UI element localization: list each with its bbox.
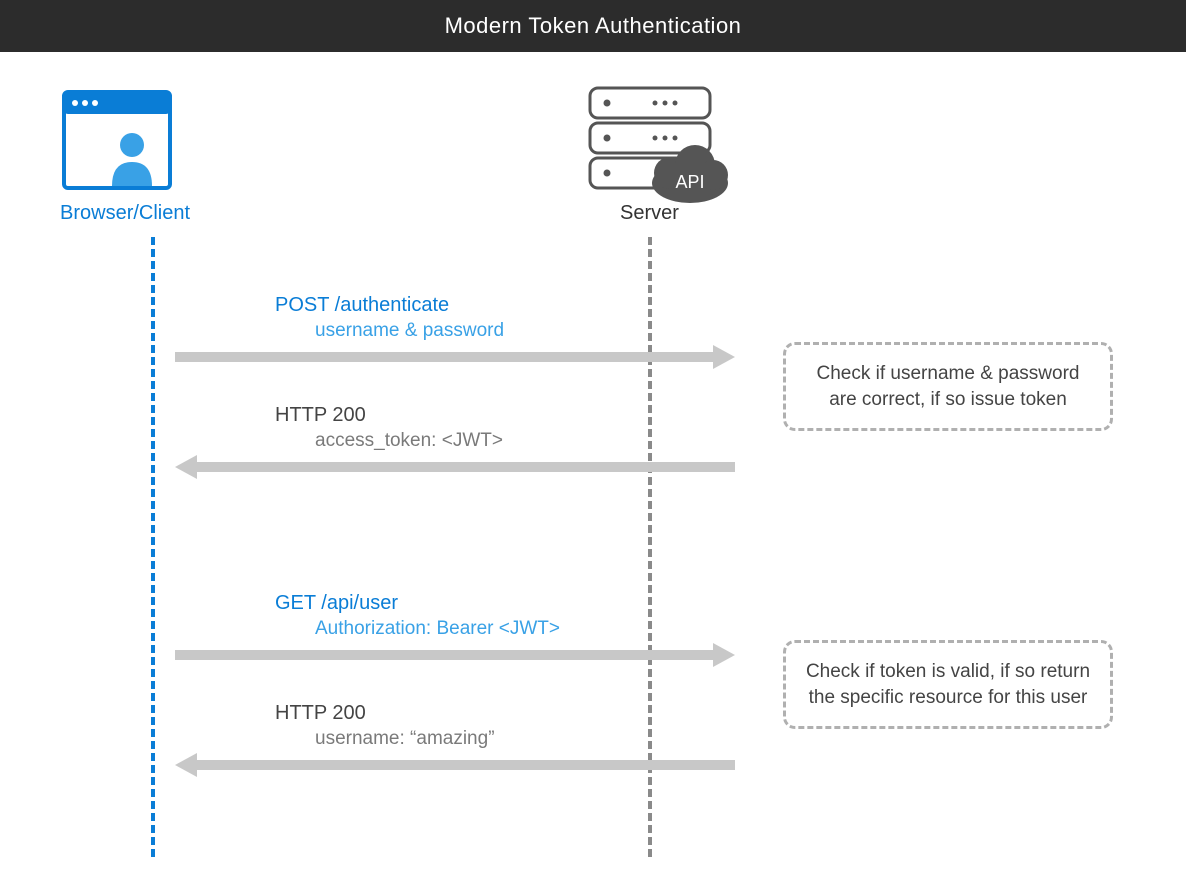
flow2-title: HTTP 200 (275, 404, 366, 427)
flow1-sub: username & password (315, 320, 504, 342)
flow4-sub: username: “amazing” (315, 728, 495, 750)
diagram-title: Modern Token Authentication (0, 0, 1186, 52)
client-label: Browser/Client (60, 202, 190, 225)
flow2-sub: access_token: <JWT> (315, 430, 503, 452)
server-icon: API (585, 85, 735, 205)
arrow-authenticate-response: HTTP 200 access_token: <JWT> (175, 462, 735, 472)
server-label: Server (620, 202, 679, 225)
browser-client-icon (62, 90, 172, 190)
api-badge: API (675, 172, 704, 192)
note-validate-token: Check if token is valid, if so return th… (783, 640, 1113, 729)
arrow-api-request: GET /api/user Authorization: Bearer <JWT… (175, 650, 735, 660)
arrow-authenticate-request: POST /authenticate username & password (175, 352, 735, 362)
flow1-title: POST /authenticate (275, 294, 449, 317)
flow3-sub: Authorization: Bearer <JWT> (315, 618, 560, 640)
arrow-api-response: HTTP 200 username: “amazing” (175, 760, 735, 770)
client-lifeline (151, 237, 155, 857)
flow3-title: GET /api/user (275, 592, 398, 615)
flow4-title: HTTP 200 (275, 702, 366, 725)
note-issue-token: Check if username & password are correct… (783, 342, 1113, 431)
diagram-stage: Browser/Client API Server POST /authenti… (0, 52, 1186, 885)
